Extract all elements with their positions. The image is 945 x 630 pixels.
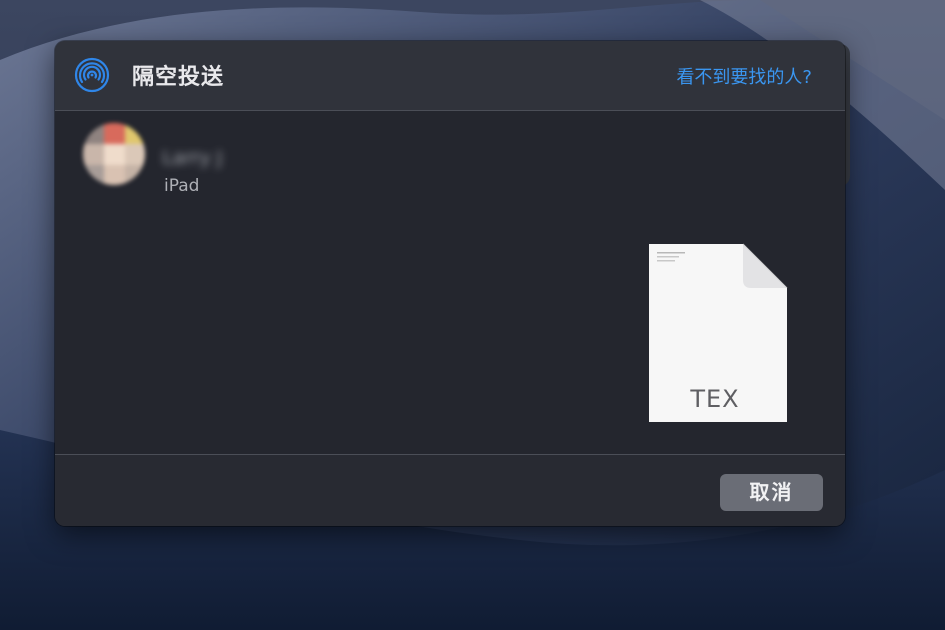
airdrop-device-item[interactable]: Larry J iPad xyxy=(69,123,289,196)
cancel-button[interactable]: 取消 xyxy=(720,474,823,511)
sheet-footer: 取消 xyxy=(55,455,845,526)
airdrop-sheet: 隔空投送 看不到要找的人? Larry J iPad TEX 取消 xyxy=(55,41,845,526)
device-owner-name: Larry J xyxy=(162,147,223,169)
sheet-header: 隔空投送 看不到要找的人? xyxy=(55,41,845,110)
sheet-title: 隔空投送 xyxy=(132,65,225,90)
device-list: Larry J iPad TEX xyxy=(55,111,845,454)
desktop: 隔空投送 看不到要找的人? Larry J iPad TEX 取消 xyxy=(0,0,945,630)
file-extension-label: TEX xyxy=(690,385,740,413)
document-icon: TEX xyxy=(645,240,791,426)
airdrop-icon xyxy=(74,57,110,93)
device-type-label: iPad xyxy=(164,176,200,196)
avatar-icon xyxy=(83,123,145,185)
cannot-find-person-link[interactable]: 看不到要找的人? xyxy=(676,63,812,89)
